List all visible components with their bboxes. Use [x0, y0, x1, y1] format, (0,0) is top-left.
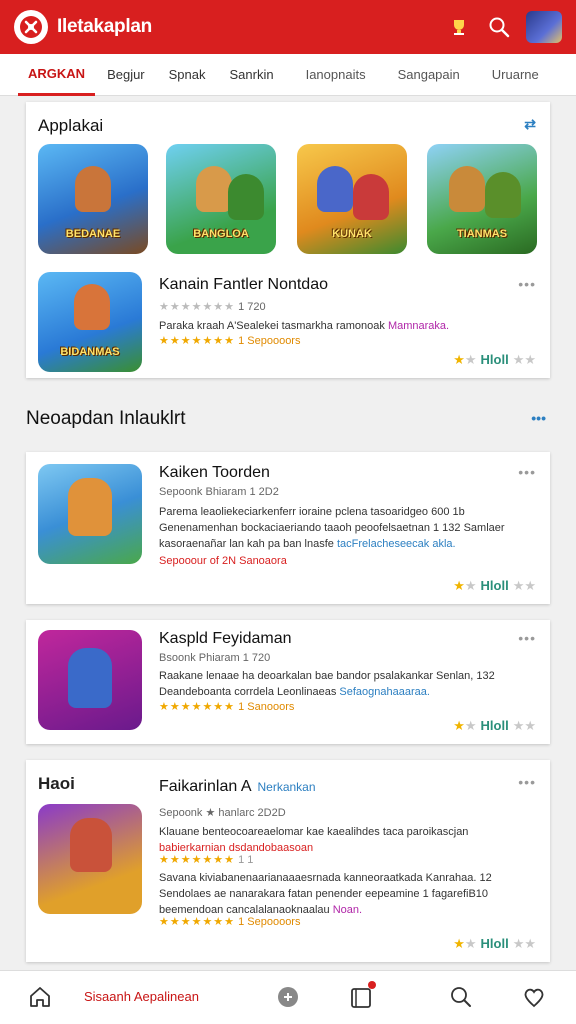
- more-icon[interactable]: •••: [531, 410, 546, 426]
- app-stars: ★★★★★★★ 1 Sanooors: [159, 701, 295, 713]
- app-description: Paraka kraah A'Sealekei tasmarkha ramono…: [159, 320, 450, 332]
- tile-label: BANGLOA: [193, 228, 249, 240]
- app-description: Raakane lenaae ha deoarkalan bae bandor …: [159, 670, 495, 698]
- app-stars-2: ★★★★★★★ 1 Sepoooors: [159, 916, 301, 928]
- bottom-navigation: Sisaanh Aepalinean: [0, 970, 576, 1024]
- rating-widget[interactable]: ★★ Hloll ★★: [453, 578, 536, 594]
- list-item[interactable]: Haoi Faikarinlan A Nerkankan ••• Sepoonk …: [26, 760, 550, 962]
- user-avatar[interactable]: [526, 11, 562, 43]
- app-icon[interactable]: [38, 630, 142, 730]
- nav-active[interactable]: Sisaanh Aepalinean: [84, 989, 199, 1004]
- notification-dot: [368, 981, 376, 989]
- app-title: Iletakaplan: [57, 16, 152, 37]
- game-tile[interactable]: TIANMAS: [427, 144, 537, 254]
- meta-value: 1 720: [238, 301, 266, 313]
- rating-widget[interactable]: ★★ Hloll ★★: [453, 718, 536, 734]
- search-icon[interactable]: [449, 985, 473, 1009]
- home-icon[interactable]: [28, 985, 52, 1009]
- tab-argkan[interactable]: ARGKAN: [18, 54, 96, 96]
- app-title[interactable]: Kanain Fantler Nontdao: [159, 276, 328, 294]
- app-icon[interactable]: BIDANMAS: [38, 272, 142, 372]
- app-icon[interactable]: [38, 804, 142, 914]
- app-tag[interactable]: Nerkankan: [258, 780, 316, 794]
- tile-label: TIANMAS: [456, 228, 508, 240]
- tab-begjur[interactable]: Begjur: [95, 54, 157, 96]
- more-icon[interactable]: •••: [518, 276, 536, 292]
- featured-card: Applakai ⇄ BEDANAE BANGLOA KUNAK TIANMAS…: [26, 102, 550, 378]
- app-description-2: Savana kiviabanenaarianaaaesrnada kanneo…: [159, 872, 492, 916]
- app-header: Iletakaplan: [0, 0, 576, 54]
- wishlist-icon[interactable]: [522, 985, 546, 1009]
- library-icon[interactable]: [350, 981, 376, 1009]
- game-tile[interactable]: KUNAK: [297, 144, 407, 254]
- app-logo[interactable]: [14, 10, 48, 44]
- tab-ianopnaits[interactable]: Ianopnaits: [286, 54, 378, 96]
- tile-label: BEDANAE: [65, 228, 121, 240]
- app-meta: Sepoonk Bhiaram 1 2D2: [159, 486, 279, 498]
- app-stars: ★★★★★★★ 1 Sepoooors: [159, 335, 301, 347]
- app-title[interactable]: Kaspld Feyidaman: [159, 630, 292, 648]
- app-title[interactable]: Faikarinlan A Nerkankan: [159, 778, 316, 796]
- game-tile[interactable]: BEDANAE: [38, 144, 148, 254]
- nav-active-label: Sisaanh Aepalinean: [84, 989, 199, 1004]
- side-label: Haoi: [38, 774, 75, 793]
- game-tile[interactable]: BANGLOA: [166, 144, 276, 254]
- app-meta: ★★★★★★★ 1 720: [159, 301, 266, 313]
- trophy-icon[interactable]: [446, 14, 472, 40]
- more-icon[interactable]: •••: [518, 774, 536, 790]
- app-title[interactable]: Kaiken Toorden: [159, 464, 270, 482]
- logo-icon: [20, 16, 42, 38]
- icon-label: BIDANMAS: [60, 346, 120, 358]
- app-icon[interactable]: [38, 464, 142, 564]
- app-description: Klauane benteocoareaelomar kae kaealihde…: [159, 826, 469, 854]
- list-item[interactable]: Kaiken Toorden ••• Sepoonk Bhiaram 1 2D2…: [26, 452, 550, 604]
- more-icon[interactable]: •••: [518, 464, 536, 480]
- list-item[interactable]: Kaspld Feyidaman ••• Bsoonk Phiaram 1 72…: [26, 620, 550, 744]
- tab-sangapain[interactable]: Sangapain: [378, 54, 472, 96]
- rating-widget[interactable]: ★★ Hloll ★★: [453, 936, 536, 952]
- featured-title: Applakai: [38, 116, 104, 135]
- tab-sanrkin[interactable]: Sanrkin: [218, 54, 286, 96]
- tile-label: KUNAK: [332, 228, 372, 240]
- search-icon[interactable]: [486, 14, 512, 40]
- more-icon[interactable]: •••: [518, 630, 536, 646]
- app-meta: Bsoonk Phiaram 1 720: [159, 652, 271, 664]
- category-tabs: ARGKAN Begjur Spnak Sanrkin Ianopnaits S…: [0, 54, 576, 96]
- app-meta: Sepoonk ★ hanlarc 2D2D: [159, 807, 286, 819]
- app-description: Parema leaoliekeciarkenferr ioraine pcle…: [159, 506, 505, 550]
- section-title: Neoapdan Inlauklrt: [26, 408, 186, 429]
- tab-uruarne[interactable]: Uruarne: [472, 54, 551, 96]
- app-stars: ★★★★★★★ 1 1: [159, 854, 254, 866]
- app-stars: Sepooour of 2N Sanoaora: [159, 555, 287, 567]
- rating-widget[interactable]: ★★ Hloll ★★: [453, 352, 536, 368]
- expand-arrows-icon[interactable]: ⇄: [524, 116, 536, 133]
- games-icon[interactable]: [276, 985, 300, 1009]
- tab-spnak[interactable]: Spnak: [157, 54, 218, 96]
